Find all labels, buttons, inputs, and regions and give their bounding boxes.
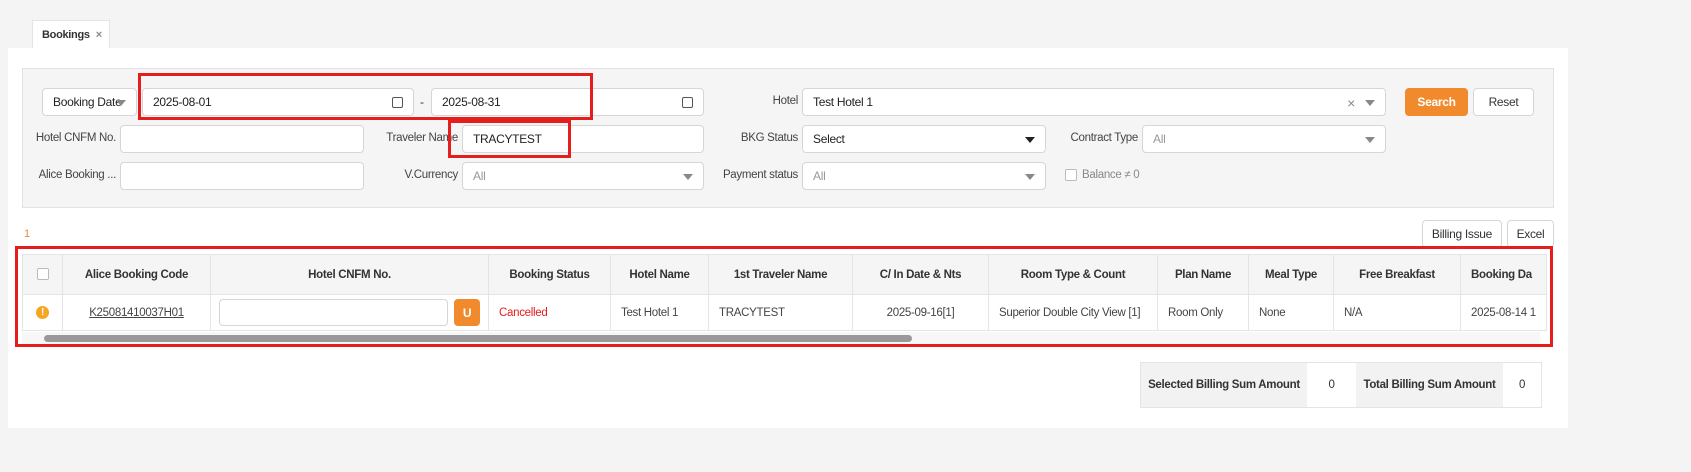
- update-button[interactable]: U: [454, 299, 480, 326]
- select-all[interactable]: [22, 254, 63, 295]
- checkin-date: 2025-09-16[1]: [852, 294, 989, 331]
- clear-icon[interactable]: ×: [1347, 95, 1355, 111]
- total-sum-label: Total Billing Sum Amount: [1356, 363, 1503, 407]
- tab-bookings[interactable]: Bookings ×: [32, 20, 110, 48]
- hotel-cnfm-row-input[interactable]: [219, 299, 448, 326]
- column-header: Booking Da: [1460, 254, 1547, 295]
- date-type-value: Booking Date: [53, 95, 122, 109]
- date-type-select[interactable]: Booking Date: [42, 88, 137, 116]
- meal-type: None: [1248, 294, 1334, 331]
- search-button[interactable]: Search: [1405, 88, 1468, 116]
- caret-down-icon: [1025, 174, 1035, 180]
- close-icon[interactable]: ×: [96, 29, 102, 41]
- horizontal-scrollbar[interactable]: [22, 332, 1540, 344]
- contract-type-select[interactable]: All: [1142, 125, 1386, 153]
- scrollbar-thumb[interactable]: [44, 335, 912, 342]
- bookings-table: Alice Booking Code Hotel CNFM No. Bookin…: [22, 254, 1547, 331]
- calendar-icon[interactable]: [392, 97, 403, 108]
- checkbox[interactable]: [36, 268, 49, 281]
- payment-status-select[interactable]: All: [802, 162, 1046, 190]
- bkg-status-value: Select: [813, 132, 845, 146]
- free-breakfast: N/A: [1333, 294, 1461, 331]
- traveler-name-value: TRACYTEST: [473, 132, 542, 146]
- traveler-name: TRACYTEST: [708, 294, 853, 331]
- column-header: Room Type & Count: [988, 254, 1158, 295]
- column-header: Hotel CNFM No.: [210, 254, 489, 295]
- reset-button[interactable]: Reset: [1473, 88, 1534, 116]
- payment-status-label: Payment status: [722, 169, 798, 181]
- column-header: Alice Booking Code: [62, 254, 211, 295]
- vcurrency-label: V.Currency: [404, 169, 459, 181]
- result-count: 1: [24, 228, 30, 240]
- contract-type-value: All: [1153, 132, 1166, 146]
- column-header: Free Breakfast: [1333, 254, 1461, 295]
- selected-sum-label: Selected Billing Sum Amount: [1141, 363, 1307, 407]
- date-separator: -: [420, 95, 424, 109]
- balance-checkbox[interactable]: Balance ≠ 0: [1065, 169, 1140, 182]
- contract-type-label: Contract Type: [1070, 132, 1139, 144]
- booking-status: Cancelled: [488, 294, 611, 331]
- balance-label: Balance ≠ 0: [1082, 169, 1140, 182]
- table-header: Alice Booking Code Hotel CNFM No. Bookin…: [22, 254, 1547, 295]
- hotel-cnfm-label: Hotel CNFM No.: [35, 132, 116, 144]
- payment-status-value: All: [813, 169, 826, 183]
- calendar-icon[interactable]: [682, 97, 693, 108]
- date-from-input[interactable]: 2025-08-01: [142, 88, 414, 116]
- selected-sum-value: 0: [1307, 363, 1356, 407]
- total-sum-value: 0: [1503, 363, 1541, 407]
- column-header: 1st Traveler Name: [708, 254, 853, 295]
- column-header: C/ In Date & Nts: [852, 254, 989, 295]
- table-row[interactable]: ! K25081410037H01 U Cancelled Test Hotel…: [22, 294, 1547, 331]
- date-to-value: 2025-08-31: [442, 95, 501, 109]
- booking-code-link[interactable]: K25081410037H01: [89, 307, 184, 319]
- hotel-select[interactable]: Test Hotel 1 ×: [802, 88, 1386, 116]
- column-header: Meal Type: [1248, 254, 1334, 295]
- date-to-input[interactable]: 2025-08-31: [431, 88, 704, 116]
- traveler-name-input[interactable]: TRACYTEST: [462, 125, 704, 153]
- column-header: Hotel Name: [610, 254, 709, 295]
- vcurrency-select[interactable]: All: [462, 162, 704, 190]
- vcurrency-value: All: [473, 169, 486, 183]
- column-header: Booking Status: [488, 254, 611, 295]
- hotel-cnfm-input[interactable]: [120, 125, 364, 153]
- hotel-label: Hotel: [772, 95, 799, 107]
- alice-booking-label: Alice Booking ...: [38, 169, 117, 181]
- caret-down-icon: [1365, 137, 1375, 143]
- booking-date: 2025-08-14 1: [1460, 294, 1547, 331]
- bkg-status-select[interactable]: Select: [802, 125, 1046, 153]
- alice-booking-input[interactable]: [120, 162, 364, 190]
- tab-label: Bookings: [42, 29, 90, 41]
- caret-down-icon: [1365, 100, 1375, 106]
- room-type: Superior Double City View [1]: [988, 294, 1158, 331]
- warning-icon: !: [36, 306, 49, 319]
- column-header: Plan Name: [1157, 254, 1249, 295]
- caret-down-icon: [1025, 137, 1035, 143]
- checkbox[interactable]: [1065, 169, 1077, 181]
- hotel-value: Test Hotel 1: [813, 95, 873, 109]
- date-from-value: 2025-08-01: [153, 95, 212, 109]
- excel-button[interactable]: Excel: [1507, 220, 1554, 248]
- hotel-name: Test Hotel 1: [610, 294, 709, 331]
- caret-down-icon: [116, 100, 126, 106]
- traveler-name-label: Traveler Name: [386, 132, 458, 144]
- billing-issue-button[interactable]: Billing Issue: [1422, 220, 1502, 248]
- bkg-status-label: BKG Status: [740, 132, 798, 144]
- billing-summary: Selected Billing Sum Amount 0 Total Bill…: [1140, 362, 1542, 408]
- caret-down-icon: [683, 174, 693, 180]
- plan-name: Room Only: [1157, 294, 1249, 331]
